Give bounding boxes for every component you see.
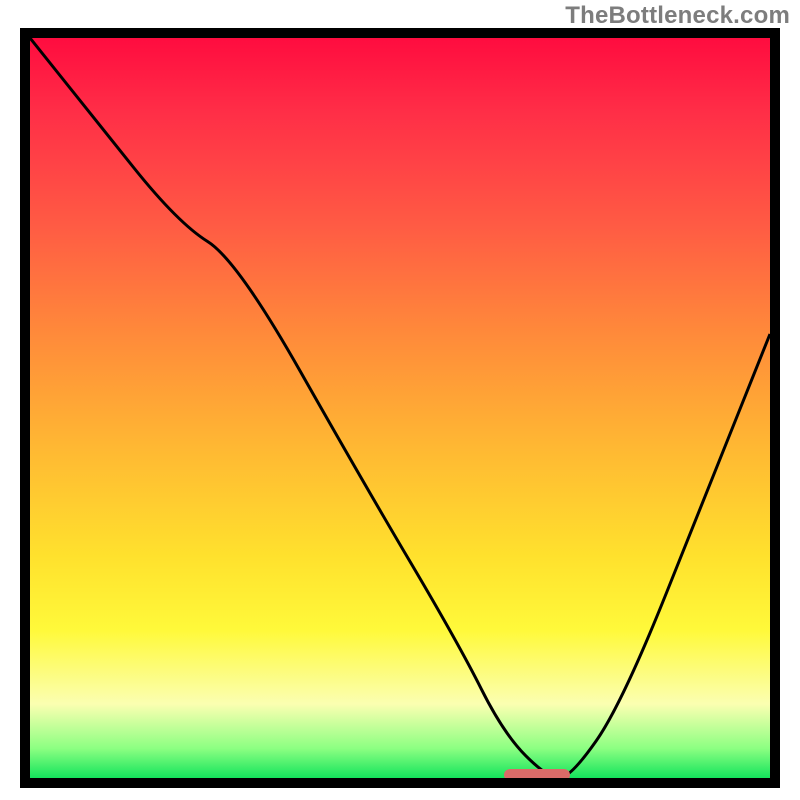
curve-layer — [30, 38, 770, 778]
watermark-text: TheBottleneck.com — [565, 2, 790, 30]
optimal-range-marker — [504, 769, 571, 781]
bottleneck-curve — [30, 38, 770, 778]
chart-stage: TheBottleneck.com — [0, 0, 800, 800]
plot-area — [20, 28, 780, 788]
